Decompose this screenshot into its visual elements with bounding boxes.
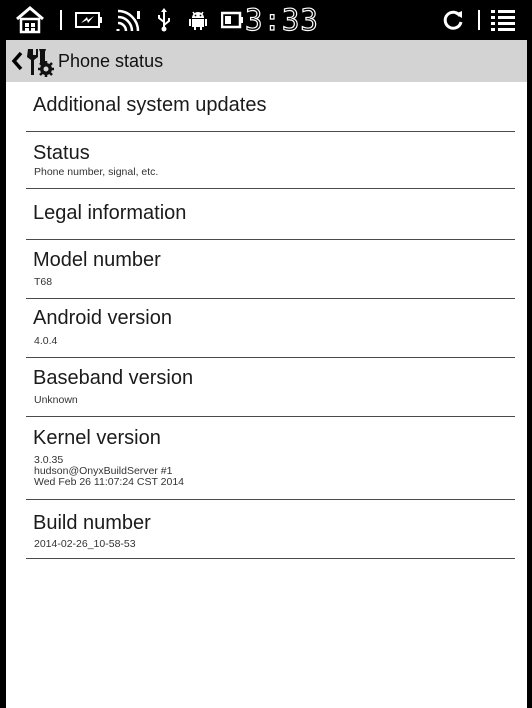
item-summary: 2014-02-26_10-58-53 [34, 538, 136, 550]
battery-charging-icon [74, 0, 104, 40]
list-item-status[interactable]: Status Phone number, signal, etc. [26, 132, 515, 189]
list-item-additional-system-updates[interactable]: Additional system updates [26, 82, 515, 132]
item-title: Build number [33, 512, 151, 534]
item-summary: 4.0.4 [34, 335, 58, 347]
list-item-kernel-version: Kernel version 3.0.35 hudson@OnyxBuildSe… [26, 417, 515, 500]
item-title: Baseband version [33, 367, 194, 389]
list-item-legal-information[interactable]: Legal information [26, 189, 515, 240]
settings-list: Additional system updates Status Phone n… [26, 82, 515, 559]
home-icon[interactable] [14, 0, 46, 40]
list-item-android-version[interactable]: Android version 4.0.4 [26, 299, 515, 358]
status-separator [60, 10, 62, 30]
screen-frame-left [0, 0, 6, 708]
usb-icon [152, 0, 176, 40]
item-summary: Unknown [34, 394, 78, 406]
battery-icon [220, 0, 246, 40]
screen-frame-right [527, 0, 532, 708]
status-separator [478, 10, 480, 30]
list-item-build-number: Build number 2014-02-26_10-58-53 [26, 500, 515, 559]
item-title: Additional system updates [33, 94, 267, 116]
android-icon [186, 0, 210, 40]
item-title: Android version [33, 307, 172, 329]
action-bar: Phone status [6, 40, 527, 82]
item-summary: T68 [34, 276, 53, 288]
item-title: Legal information [33, 202, 187, 224]
status-bar: 3:33 [0, 0, 532, 40]
item-title: Kernel version [33, 427, 161, 449]
chevron-left-icon[interactable] [10, 50, 24, 72]
settings-tools-icon[interactable] [24, 46, 56, 78]
list-item-baseband-version: Baseband version Unknown [26, 358, 515, 417]
clock: 3:33 [244, 2, 319, 37]
list-item-model-number: Model number T68 [26, 240, 515, 299]
refresh-icon[interactable] [438, 0, 468, 40]
page-title: Phone status [58, 51, 164, 71]
item-title: Status [33, 142, 90, 164]
item-summary: 3.0.35 hudson@OnyxBuildServer #1 Wed Feb… [34, 454, 185, 488]
menu-list-icon[interactable] [488, 0, 518, 40]
wifi-signal-icon [114, 0, 144, 40]
item-title: Model number [33, 249, 161, 271]
item-summary: Phone number, signal, etc. [34, 166, 159, 178]
